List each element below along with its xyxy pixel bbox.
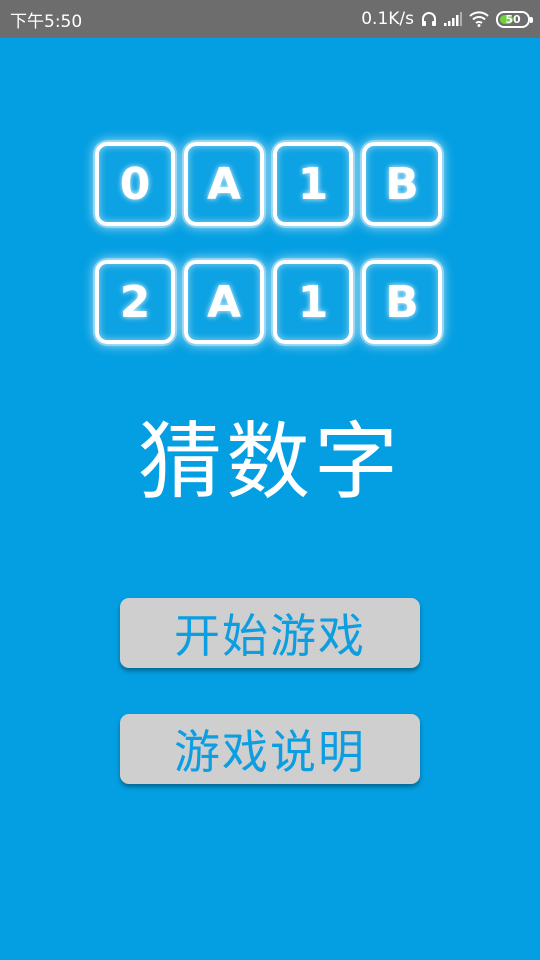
signal-icon [444,12,462,26]
wifi-icon [469,11,489,27]
battery-level: 50 [505,12,521,26]
network-speed: 0.1K/s [361,9,414,29]
logo-tile: A [184,260,264,344]
status-indicators: 0.1K/s 50 [361,9,533,29]
logo-tile: A [184,142,264,226]
logo-tiles: 0 A 1 B 2 A 1 B [95,142,445,378]
logo-row-2: 2 A 1 B [95,260,445,344]
start-game-button[interactable]: 开始游戏 [120,598,420,668]
status-time: 下午5:50 [10,11,83,32]
game-instructions-button[interactable]: 游戏说明 [120,714,420,784]
logo-row-1: 0 A 1 B [95,142,445,226]
logo-tile: 0 [95,142,175,226]
battery-tip [530,16,533,23]
page-title: 猜数字 [137,413,402,511]
logo-tile: B [362,260,442,344]
logo-tile: 2 [95,260,175,344]
logo-tile: 1 [273,260,353,344]
headphones-icon [421,11,437,27]
logo-tile: B [362,142,442,226]
logo-tile: 1 [273,142,353,226]
battery-icon: 50 [496,10,533,28]
status-bar: 下午5:50 0.1K/s 50 [0,0,540,38]
